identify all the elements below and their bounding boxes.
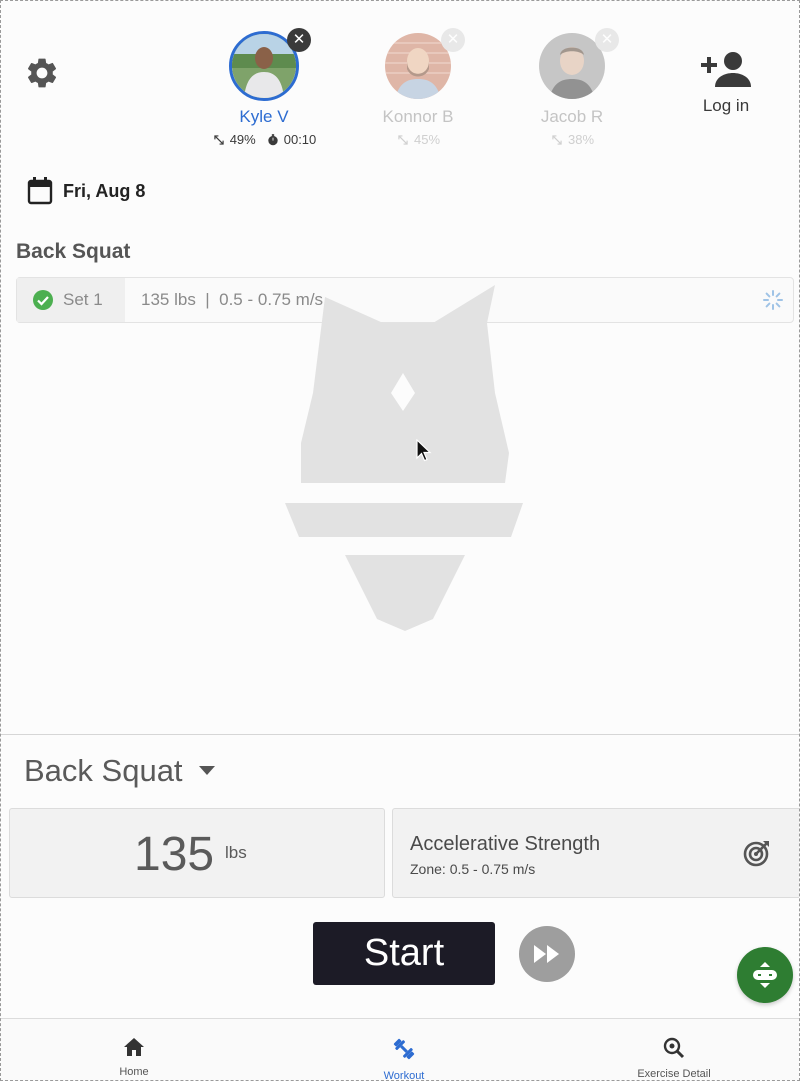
home-icon	[124, 1038, 144, 1056]
stopwatch-icon	[268, 133, 278, 145]
nav-label: Home	[119, 1066, 149, 1078]
weight-card[interactable]: 135 lbs	[9, 808, 385, 898]
nav-label: Exercise Detail	[637, 1068, 711, 1080]
zone-card[interactable]: Accelerative Strength Zone: 0.5 - 0.75 m…	[392, 808, 799, 898]
device-fab-button[interactable]	[737, 947, 793, 1003]
weight-value: 135	[134, 828, 215, 881]
expand-icon	[214, 134, 224, 145]
range-percent: 45%	[413, 132, 441, 147]
mouse-cursor-icon	[416, 439, 432, 462]
athlete-jacob[interactable]: ✕ Jacob R 38%	[507, 28, 637, 147]
zone-title: Accelerative Strength	[410, 833, 601, 855]
remove-athlete-button[interactable]: ✕	[287, 28, 311, 52]
app-frame: ✕ Kyle V 49% 00:10 ✕ Konnor B 45% ✕ Jaco…	[0, 0, 800, 1081]
athlete-konnor[interactable]: ✕ Konnor B 45%	[353, 28, 483, 147]
target-icon	[743, 841, 769, 867]
gear-icon	[28, 58, 57, 88]
nav-workout[interactable]: Workout	[334, 1037, 474, 1081]
sensor-device-icon	[753, 962, 777, 988]
settings-button[interactable]	[24, 55, 60, 91]
search-detail-icon	[663, 1037, 685, 1059]
date-label: Fri, Aug 8	[63, 180, 146, 201]
exercise-title: Back Squat	[16, 240, 131, 263]
athlete-kyle[interactable]: ✕ Kyle V 49% 00:10	[199, 28, 329, 147]
range-percent: 38%	[567, 132, 595, 147]
date-picker[interactable]: Fri, Aug 8	[27, 177, 145, 205]
remove-athlete-button[interactable]: ✕	[441, 28, 465, 52]
dumbbell-icon	[393, 1038, 415, 1060]
bottom-nav: Home Workout Exercise Detail	[1, 1018, 799, 1081]
start-button[interactable]: Start	[313, 922, 495, 985]
nav-home[interactable]: Home	[64, 1037, 204, 1078]
remove-athlete-button[interactable]: ✕	[595, 28, 619, 52]
add-person-icon	[701, 52, 751, 87]
set-label: Set 1	[63, 290, 103, 309]
nav-exercise-detail[interactable]: Exercise Detail	[604, 1037, 744, 1080]
exercise-select-value: Back Squat	[24, 753, 183, 788]
section-divider	[1, 734, 799, 735]
weight-unit: lbs	[225, 843, 247, 862]
expand-icon	[552, 134, 562, 145]
zone-subtitle: Zone: 0.5 - 0.75 m/s	[410, 861, 536, 877]
calendar-icon	[27, 177, 53, 205]
timer-value: 00:10	[283, 132, 317, 147]
set-tag: Set 1	[17, 278, 125, 322]
check-circle-icon	[33, 290, 53, 310]
range-percent: 49%	[229, 132, 256, 147]
skip-forward-button[interactable]	[519, 926, 575, 982]
dropdown-arrow-icon	[198, 766, 215, 775]
fast-forward-icon	[534, 945, 559, 963]
athlete-name: Jacob R	[540, 107, 604, 126]
exercise-select[interactable]: Back Squat	[24, 753, 215, 789]
athlete-name: Konnor B	[382, 107, 454, 126]
expand-icon	[398, 134, 408, 145]
brand-watermark	[285, 285, 523, 631]
loading-spinner-icon	[763, 290, 783, 310]
athlete-name: Kyle V	[239, 107, 289, 126]
login-button[interactable]: Log in	[691, 51, 761, 116]
login-label: Log in	[702, 96, 750, 115]
nav-label: Workout	[383, 1070, 425, 1081]
